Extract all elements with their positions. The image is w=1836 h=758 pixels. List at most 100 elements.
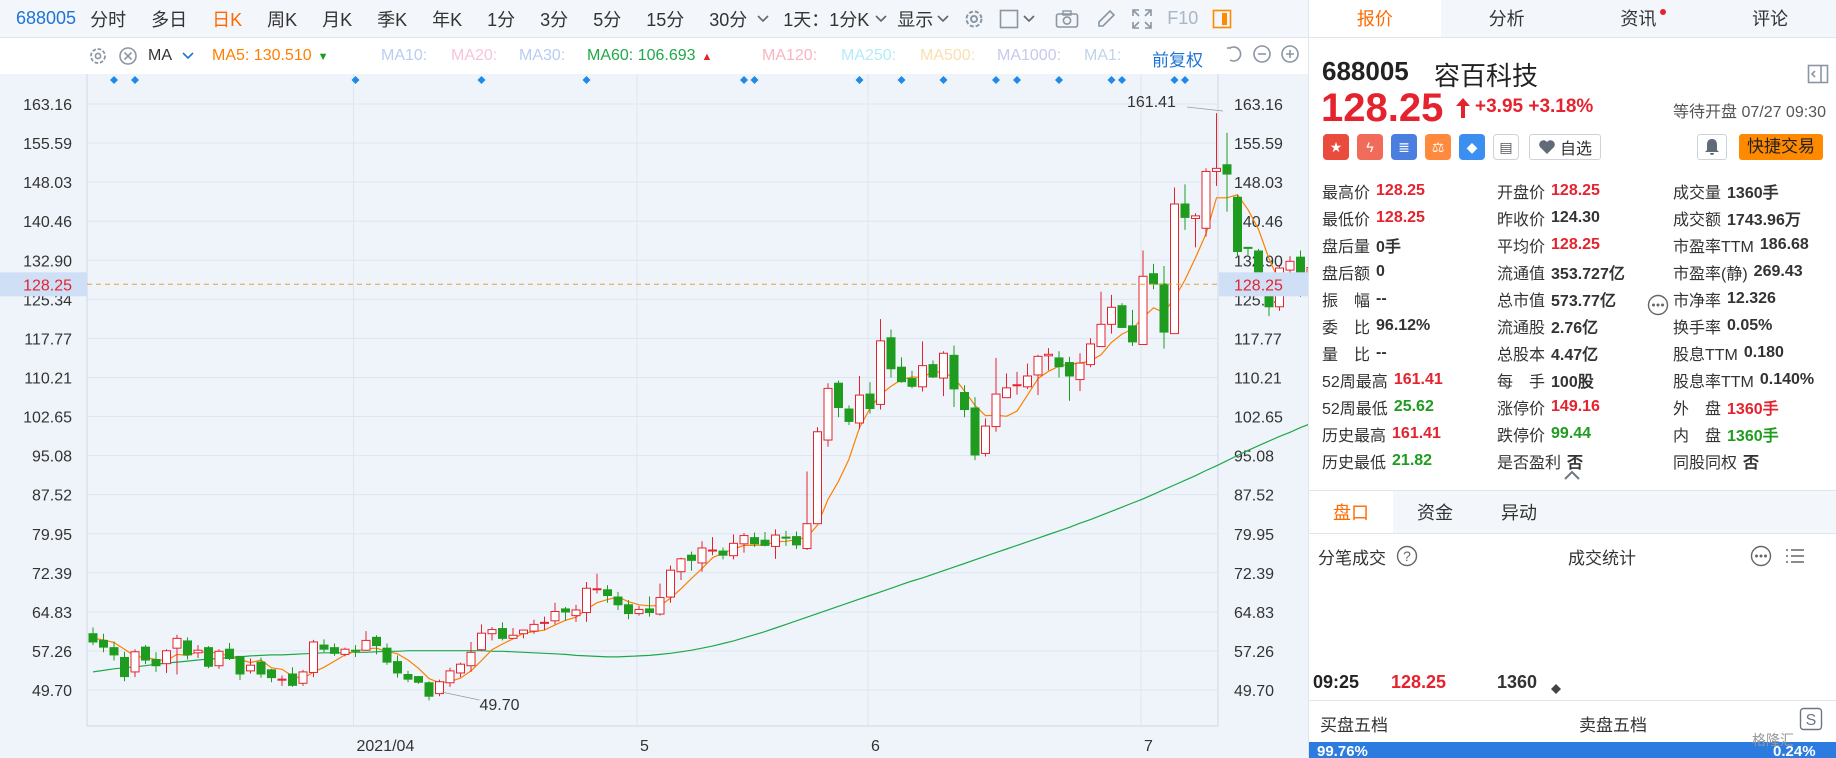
- quote-tab[interactable]: 资讯: [1573, 0, 1705, 37]
- period-tab[interactable]: 分时: [90, 6, 126, 32]
- period-tab[interactable]: 30分: [709, 6, 747, 32]
- quote-row: 总市值 573.77亿: [1497, 285, 1625, 312]
- detail-tab[interactable]: 盘口: [1309, 491, 1393, 533]
- panel-toggle-icon[interactable]: [1212, 9, 1232, 29]
- period-tab[interactable]: 月K: [322, 6, 352, 32]
- period-tab[interactable]: 1分: [487, 6, 515, 32]
- kline-chart-svg[interactable]: 163.16 163.16 155.59 155.59 148.03 148.03 140.…: [0, 74, 1375, 758]
- quote-tab[interactable]: 分析: [1441, 0, 1573, 37]
- quote-label: 总股本: [1497, 346, 1546, 364]
- quote-row: 涨停价 149.16: [1497, 393, 1625, 420]
- quote-column: 成交量 1360手 成交额 1743.96万 市盈率TTM 186.68 市盈率(静) 269…: [1673, 177, 1814, 474]
- period-tab[interactable]: 5分: [593, 6, 621, 32]
- quote-row: 盘后量 0手: [1322, 231, 1443, 258]
- fullscreen-icon[interactable]: [1131, 8, 1153, 30]
- display-dropdown[interactable]: 显示: [897, 6, 933, 32]
- more-options-icon[interactable]: [1647, 294, 1669, 321]
- layout-chevron-icon[interactable]: [1023, 14, 1035, 23]
- bookmark-icon[interactable]: ▤: [1493, 134, 1519, 160]
- list-view-icon[interactable]: [1784, 546, 1806, 566]
- alert-bell-button[interactable]: [1697, 134, 1727, 160]
- period-tab[interactable]: 年K: [432, 6, 462, 32]
- quote-label: 流通股: [1497, 319, 1546, 337]
- indicator-chevron-icon[interactable]: [182, 52, 194, 60]
- zoom-in-icon[interactable]: [1280, 44, 1300, 69]
- display-chevron-icon[interactable]: [937, 14, 949, 23]
- dropdown-chevron-icon[interactable]: [757, 14, 769, 23]
- zoom-out-icon[interactable]: [1252, 44, 1272, 69]
- period-tab[interactable]: 3分: [540, 6, 568, 32]
- unread-dot-icon: [1660, 9, 1667, 15]
- quote-value: 1360手: [1727, 427, 1779, 445]
- add-watchlist-button[interactable]: 自选: [1529, 134, 1602, 160]
- indicator-settings-gear-icon[interactable]: [88, 46, 108, 66]
- low-annotation-label: 49.70: [480, 697, 520, 714]
- candle-body: [1065, 362, 1074, 377]
- lightning-icon[interactable]: ϟ: [1357, 134, 1383, 160]
- ticks-more-icon[interactable]: [1750, 545, 1772, 567]
- period-tab[interactable]: 多日: [151, 6, 187, 32]
- quick-trade-button[interactable]: 快捷交易: [1739, 134, 1823, 160]
- f10-button[interactable]: F10: [1167, 8, 1198, 29]
- period-tab[interactable]: 周K: [267, 6, 297, 32]
- panel-layout-icon[interactable]: [1807, 64, 1829, 89]
- quote-value: --: [1376, 343, 1387, 361]
- candle-body: [498, 628, 507, 639]
- balance-icon[interactable]: ⚖: [1425, 134, 1451, 160]
- camera-icon[interactable]: [1055, 9, 1079, 29]
- y-tick-label-right: 79.95: [1234, 527, 1274, 544]
- tick-price: 128.25: [1391, 672, 1447, 692]
- candle-body: [844, 408, 854, 422]
- price-up-arrow-icon: [1455, 96, 1471, 125]
- indicator-close-icon[interactable]: [118, 46, 138, 66]
- candle-body: [1128, 325, 1137, 343]
- detail-tab[interactable]: 资金: [1393, 491, 1477, 533]
- candle-body: [928, 364, 938, 378]
- quote-value: 124.30: [1551, 208, 1600, 226]
- period-tab[interactable]: 季K: [377, 6, 407, 32]
- quote-label: 开盘价: [1497, 184, 1546, 202]
- kline-chart[interactable]: 163.16 163.16 155.59 155.59 148.03 148.03 140.…: [0, 74, 1375, 758]
- time-setting-dropdown[interactable]: 1天：1分K: [783, 6, 869, 32]
- database-icon[interactable]: ≣: [1391, 134, 1417, 160]
- undo-icon[interactable]: [1224, 44, 1244, 69]
- china-flag-icon[interactable]: ★: [1323, 134, 1349, 160]
- adjust-restore-button[interactable]: 前复权: [1152, 46, 1203, 71]
- collapse-chevron-icon[interactable]: [1563, 468, 1581, 486]
- neutral-diamond-icon: [1551, 678, 1561, 699]
- layout-square-icon[interactable]: [999, 9, 1019, 29]
- tag-icon[interactable]: ◆: [1459, 134, 1485, 160]
- stats-label[interactable]: 成交统计: [1568, 544, 1636, 569]
- quote-tab[interactable]: 报价: [1309, 0, 1441, 37]
- quote-value: 269.43: [1753, 262, 1803, 280]
- detail-tab[interactable]: 异动: [1477, 491, 1561, 533]
- order-book-settings-icon[interactable]: S: [1799, 707, 1823, 736]
- quote-row: 流通股 2.76亿: [1497, 312, 1625, 339]
- y-tick-label-left: 102.65: [23, 410, 72, 427]
- current-price-label-right: 128.25: [1234, 277, 1283, 294]
- candle-body: [823, 387, 833, 441]
- settings-gear-icon[interactable]: [963, 8, 985, 30]
- quote-row: 52周最高 161.41: [1322, 366, 1443, 393]
- y-tick-label-left: 64.83: [32, 605, 72, 622]
- candle-body: [1243, 246, 1253, 249]
- quote-tab[interactable]: 评论: [1704, 0, 1836, 37]
- period-tab[interactable]: 15分: [646, 6, 684, 32]
- help-icon[interactable]: ?: [1396, 545, 1418, 567]
- candle-body: [172, 637, 182, 649]
- draw-pen-icon[interactable]: [1095, 8, 1117, 30]
- quote-label: 盘后量: [1322, 238, 1371, 256]
- candle-body: [981, 425, 990, 454]
- indicator-name[interactable]: MA: [148, 47, 172, 65]
- candle-body: [277, 678, 287, 681]
- time-setting-chevron-icon[interactable]: [875, 14, 887, 23]
- quote-row: 股息TTM 0.180: [1673, 339, 1814, 366]
- candle-body: [214, 650, 224, 667]
- period-tab[interactable]: 日K: [212, 6, 242, 32]
- candle-body: [760, 539, 770, 546]
- market-status: 等待开盘 07/27 09:30: [1673, 104, 1826, 121]
- quote-label: 是否盈利: [1497, 454, 1562, 472]
- ma-value: MA30:: [519, 47, 566, 64]
- chart-toolbar: 688005 分时 多日 日K 周K 月K 季K 年K 1分 3分 5分 15分 30分 1天：1分K…: [0, 0, 1308, 38]
- buy-ratio: 99.76%: [1317, 743, 1368, 758]
